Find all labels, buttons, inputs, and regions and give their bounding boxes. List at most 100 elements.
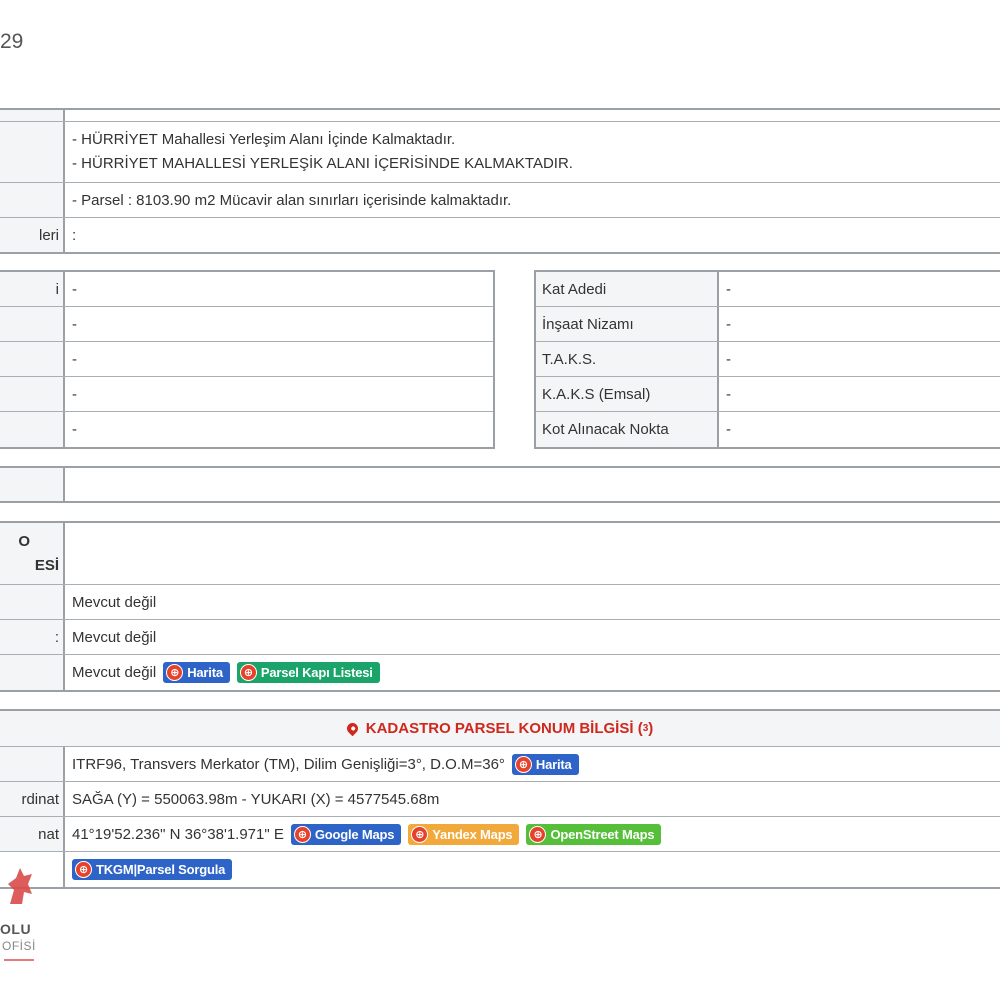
row-value: Mevcut değil [72, 628, 157, 646]
row-label: leri [0, 218, 65, 252]
construction-order-value: - [726, 315, 731, 333]
table-row [0, 110, 1000, 122]
google-maps-button[interactable]: ⊕ Google Maps [290, 823, 402, 845]
projection-info: ITRF96, Transvers Merkator (TM), Dilim G… [72, 755, 505, 773]
parcel-area-note: - Parsel : 8103.90 m2 Mücavir alan sınır… [72, 191, 512, 209]
extra-info-table [0, 466, 1000, 503]
table-row: i- [0, 272, 493, 307]
row-value: - [72, 315, 77, 333]
settlement-note-2: - HÜRRİYET MAHALLESİ YERLEŞİK ALANI İÇER… [72, 155, 573, 172]
map-link-icon: ⊕ [239, 664, 257, 681]
construction-order-label: İnşaat Nizamı [536, 307, 719, 341]
page-number: 29 [0, 30, 24, 53]
cadastre-location-table: KADASTRO PARSEL KONUM BİLGİSİ (3) ITRF96… [0, 709, 1000, 889]
table-row: Mevcut değil [0, 585, 1000, 620]
map-link-icon: ⊕ [411, 825, 429, 843]
company-logo: OLU OFİSİ [0, 862, 40, 972]
table-row [0, 468, 1000, 501]
row-value [65, 523, 1000, 584]
cadastre-title: KADASTRO PARSEL KONUM BİLGİSİ (3) [344, 720, 653, 737]
row-label [0, 585, 65, 619]
row-value [65, 110, 1000, 121]
map-link-icon: ⊕ [514, 755, 532, 773]
table-row: - Parsel : 8103.90 m2 Mücavir alan sınır… [0, 183, 1000, 218]
row-value: ⊕ TKGM|Parsel Sorgula [65, 852, 1000, 887]
row-label: nat [0, 817, 65, 851]
row-value: Mevcut değil ⊕ Harita ⊕ Parsel Kapı Listes… [65, 655, 1000, 690]
map-link-icon: ⊕ [75, 861, 92, 878]
address-status: Mevcut değil [72, 664, 157, 681]
table-row: - [0, 307, 493, 342]
table-row: ITRF96, Transvers Merkator (TM), Dilim G… [0, 747, 1000, 782]
row-value: ITRF96, Transvers Merkator (TM), Dilim G… [65, 747, 1000, 781]
openstreet-maps-button[interactable]: ⊕ OpenStreet Maps [526, 823, 662, 845]
table-row: - HÜRRİYET Mahallesi Yerleşim Alanı İçin… [0, 122, 1000, 183]
floor-count-label: Kat Adedi [536, 272, 719, 306]
row-value: - Parsel : 8103.90 m2 Mücavir alan sınır… [65, 183, 1000, 217]
map-link-icon: ⊕ [293, 825, 311, 843]
row-value [65, 468, 1000, 501]
row-label [0, 655, 65, 690]
section-label: O ESİ [0, 523, 65, 584]
location-info-table: - HÜRRİYET Mahallesi Yerleşim Alanı İçin… [0, 108, 1000, 254]
row-label: i [0, 272, 65, 306]
table-row: Mevcut değil ⊕ Harita ⊕ Parsel Kapı Listes… [0, 655, 1000, 690]
floor-count-value: - [726, 280, 731, 298]
table-row: O ESİ [0, 523, 1000, 585]
row-label [0, 307, 65, 341]
table-row: - [0, 342, 493, 377]
row-label [0, 342, 65, 376]
table-row: ⊕ TKGM|Parsel Sorgula [0, 852, 1000, 887]
row-label [0, 412, 65, 447]
table-row: T.A.K.S. - [536, 342, 1000, 377]
map-link-icon: ⊕ [166, 664, 184, 681]
table-row: Kot Alınacak Nokta - [536, 412, 1000, 447]
logo-subtext: OFİSİ [2, 939, 36, 953]
row-value: 41°19'52.236" N 36°38'1.971" E ⊕ Google M… [65, 817, 1000, 851]
table-row: leri : [0, 218, 1000, 252]
row-value: - [72, 280, 77, 298]
row-label: : [0, 620, 65, 654]
logo-underline [4, 959, 34, 961]
row-value: : [72, 226, 77, 244]
table-row: nat 41°19'52.236" N 36°38'1.971" E ⊕ Goog… [0, 817, 1000, 852]
table-row: - [0, 377, 493, 412]
elevation-point-label: Kot Alınacak Nokta [536, 412, 719, 447]
table-row: K.A.K.S (Emsal) - [536, 377, 1000, 412]
section-header: KADASTRO PARSEL KONUM BİLGİSİ (3) [0, 711, 1000, 747]
table-row: İnşaat Nizamı - [536, 307, 1000, 342]
kaks-value: - [726, 385, 731, 403]
geo-coordinates: 41°19'52.236" N 36°38'1.971" E [72, 825, 284, 843]
logo-text: OLU [0, 921, 32, 937]
table-row: Kat Adedi - [536, 272, 1000, 307]
parcel-door-list-button[interactable]: ⊕ Parsel Kapı Listesi [236, 662, 380, 683]
utm-coordinates: SAĞA (Y) = 550063.98m - YUKARI (X) = 457… [72, 790, 440, 808]
zoning-table-left: i- - - - - [0, 270, 495, 449]
zoning-table-right: Kat Adedi - İnşaat Nizamı - T.A.K.S. - K.A.… [534, 270, 1000, 449]
logo-horse-icon [8, 868, 32, 904]
address-info-table: O ESİ Mevcut değil : Mevcut değil Mevcut… [0, 521, 1000, 692]
table-row: rdinat SAĞA (Y) = 550063.98m - YUKARI (X… [0, 782, 1000, 817]
kaks-label: K.A.K.S (Emsal) [536, 377, 719, 411]
elevation-point-value: - [726, 421, 731, 438]
row-label [0, 747, 65, 781]
settlement-note-1: - HÜRRİYET Mahallesi Yerleşim Alanı İçin… [72, 131, 456, 148]
table-row: : Mevcut değil [0, 620, 1000, 655]
harita-button[interactable]: ⊕ Harita [511, 753, 579, 775]
row-value: Mevcut değil [72, 593, 157, 611]
yandex-maps-button[interactable]: ⊕ Yandex Maps [408, 823, 520, 845]
taks-label: T.A.K.S. [536, 342, 719, 376]
harita-button[interactable]: ⊕ Harita [163, 662, 230, 683]
tkgm-parcel-query-button[interactable]: ⊕ TKGM|Parsel Sorgula [72, 859, 233, 880]
row-label [0, 110, 65, 121]
row-label [0, 468, 65, 501]
taks-value: - [726, 350, 731, 368]
row-label: rdinat [0, 782, 65, 816]
row-label [0, 122, 65, 182]
row-value: - HÜRRİYET Mahallesi Yerleşim Alanı İçin… [65, 122, 1000, 182]
row-value: - [72, 385, 77, 403]
row-label [0, 377, 65, 411]
location-pin-icon [344, 720, 361, 737]
table-row: - [0, 412, 493, 447]
row-value: - [72, 421, 77, 438]
